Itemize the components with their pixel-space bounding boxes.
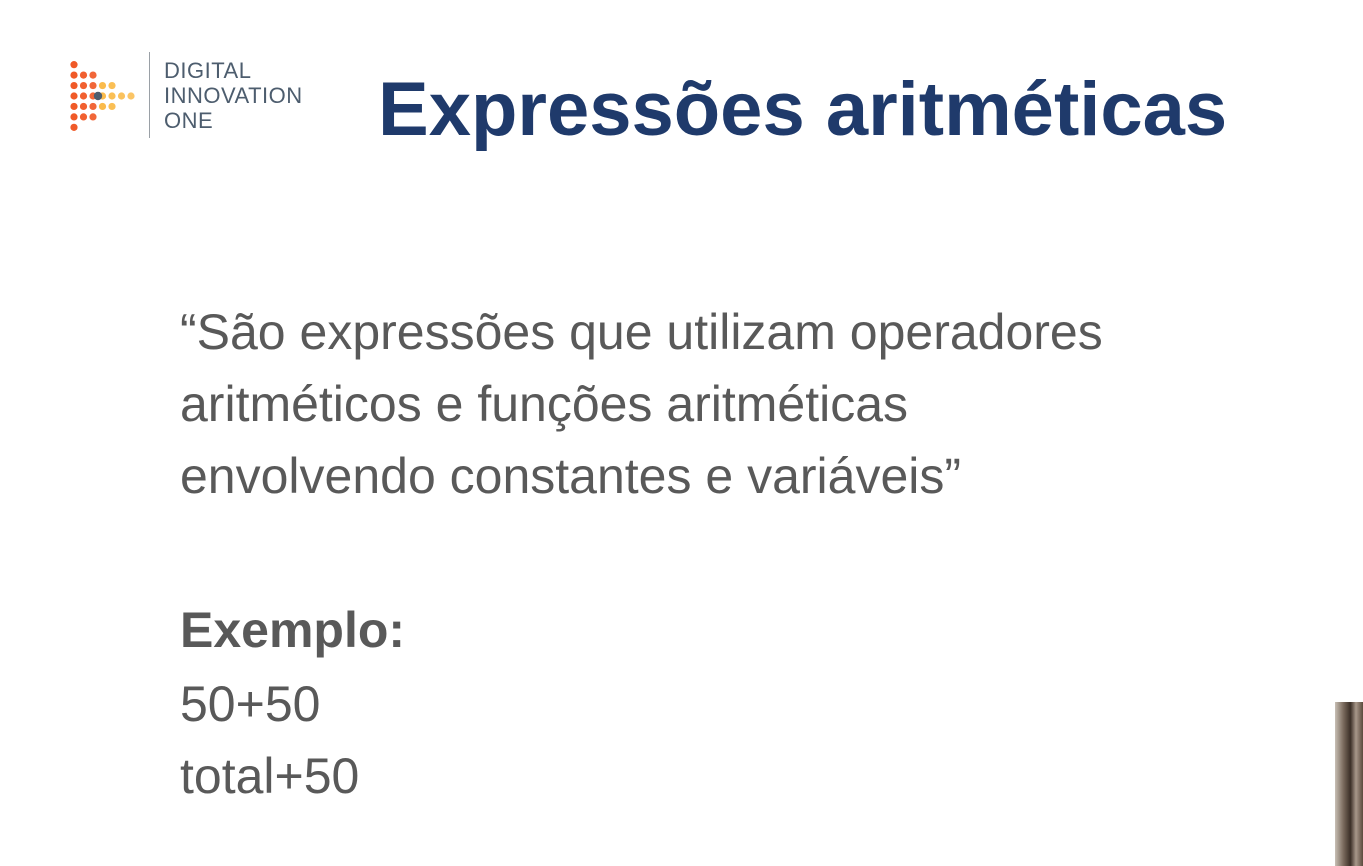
logo-dot (117, 92, 126, 100)
definition-quote: “São expressões que utilizam operadores … (180, 296, 1340, 512)
logo-dot (98, 81, 107, 90)
slide: DIGITAL INNOVATION ONE Expressões aritmé… (0, 0, 1363, 866)
logo-dot (79, 92, 88, 100)
slide-title: Expressões aritméticas (378, 67, 1228, 152)
logo-dot (79, 71, 88, 79)
logo-divider (149, 52, 150, 138)
logo-dot (70, 81, 78, 90)
logo-dot (70, 123, 78, 131)
logo-dot (89, 71, 97, 79)
quote-line-2: aritméticos e funções aritméticas (180, 376, 909, 432)
logo-dot (89, 102, 97, 111)
logo-dot (89, 113, 97, 121)
logo-dot (108, 81, 116, 90)
example-item-1: 50+50 (180, 676, 321, 732)
logo-dot (70, 71, 78, 79)
example-heading: Exemplo: (180, 602, 406, 658)
logo-dot (79, 81, 88, 90)
logo-text: DIGITAL INNOVATION ONE (164, 58, 303, 133)
logo-dot (98, 102, 107, 111)
example-item-2: total+50 (180, 748, 360, 804)
logo-dot (70, 92, 78, 100)
logo-dot (127, 92, 135, 100)
digital-innovation-one-logo: DIGITAL INNOVATION ONE (68, 52, 348, 142)
logo-dot (70, 102, 78, 111)
logo-text-line-1: DIGITAL (164, 58, 252, 83)
logo-dot (70, 113, 78, 121)
logo-dot (79, 113, 88, 121)
quote-line-1: “São expressões que utilizam operadores (180, 304, 1103, 360)
logo-text-line-2: INNOVATION (164, 83, 303, 108)
logo-dot (89, 81, 97, 90)
logo-text-line-3: ONE (164, 108, 214, 133)
logo-mark-icon (70, 61, 135, 131)
quote-line-3: envolvendo constantes e variáveis” (180, 448, 962, 504)
video-overlay-edge (1335, 702, 1363, 866)
logo-dot (79, 102, 88, 111)
logo-center-dot (93, 91, 103, 101)
logo-dot (108, 102, 116, 111)
logo-dot (70, 61, 78, 69)
logo-dot (108, 92, 116, 100)
